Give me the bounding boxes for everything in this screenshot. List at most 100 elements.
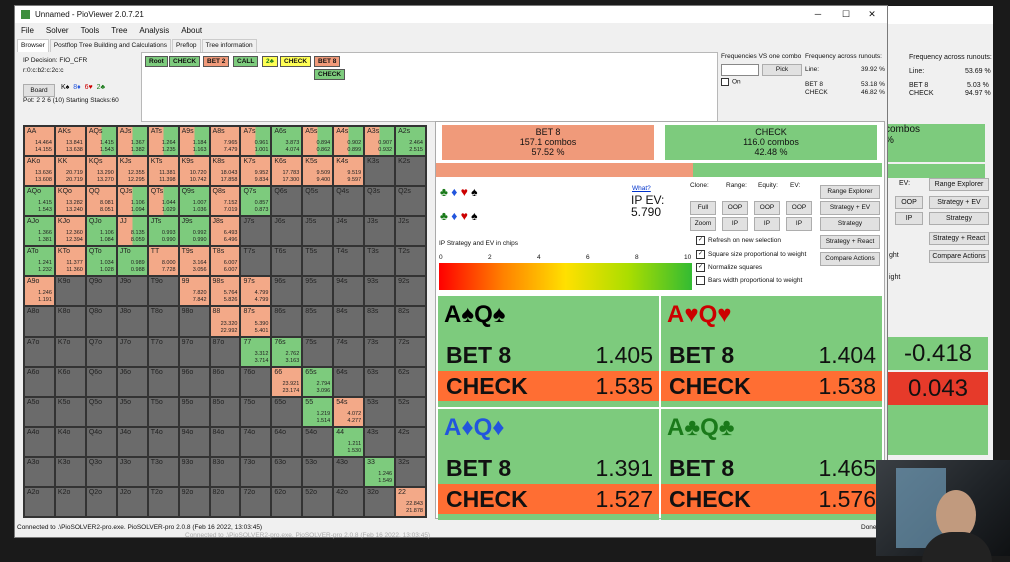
hand-cell[interactable]: 66 23.921 23.174 xyxy=(271,366,303,397)
hand-cell[interactable]: 52s xyxy=(395,396,426,427)
hand-cell[interactable]: J2o xyxy=(116,486,148,517)
hand-cell[interactable]: T2o xyxy=(147,486,179,517)
combo-input[interactable] xyxy=(721,64,759,76)
tree-node-card[interactable]: 2♣ xyxy=(262,56,278,67)
hand-cell[interactable]: Q9s 1.007 1.036 xyxy=(178,186,210,217)
hand-cell[interactable]: 92o xyxy=(178,486,210,517)
hand-cell[interactable]: QJo 1.106 1.084 xyxy=(85,216,117,247)
hand-cell[interactable]: 94o xyxy=(178,426,210,457)
hand-cell[interactable]: AJs 1.367 1.382 xyxy=(116,126,148,157)
hand-cell[interactable]: TT 8.000 7.728 xyxy=(147,246,179,277)
hand-cell[interactable]: Q5s xyxy=(302,186,334,217)
hand-cell[interactable]: T6o xyxy=(147,366,179,397)
range-explorer-button[interactable]: Range Explorer xyxy=(820,185,880,199)
hand-cell[interactable]: T9o xyxy=(147,276,179,307)
hand-cell[interactable]: 84s xyxy=(333,306,365,337)
menu-about[interactable]: About xyxy=(175,24,208,38)
hand-cell[interactable]: K9o xyxy=(54,276,86,307)
combo-suit-diamond-2[interactable]: ♦ xyxy=(451,209,457,223)
hand-cell[interactable]: Q8o xyxy=(85,306,117,337)
hand-cell[interactable]: 42o xyxy=(333,486,365,517)
combo-detail-cell[interactable]: A♠Q♠ BET 8 1.405 CHECK 1.535 xyxy=(438,296,659,407)
hand-cell[interactable]: T9s 3.164 3.056 xyxy=(178,246,210,277)
hand-cell[interactable]: 95s xyxy=(302,276,334,307)
tree-node-check-2[interactable]: CHECK xyxy=(280,56,312,67)
hand-cell[interactable]: K5o xyxy=(54,396,86,427)
hand-cell[interactable]: Q6o xyxy=(85,366,117,397)
hand-cell[interactable]: Q2s xyxy=(395,186,426,217)
hand-cell[interactable]: J3s xyxy=(364,216,396,247)
hand-cell[interactable]: Q2o xyxy=(85,486,117,517)
bet-summary[interactable]: BET 8 157.1 combos 57.52 % xyxy=(442,125,654,160)
menu-tools[interactable]: Tools xyxy=(75,24,106,38)
hand-cell[interactable]: Q5o xyxy=(85,396,117,427)
menu-solver[interactable]: Solver xyxy=(40,24,75,38)
hand-cell[interactable]: 96o xyxy=(178,366,210,397)
hand-cell[interactable]: AQs 1.415 1.543 xyxy=(85,126,117,157)
hand-cell[interactable]: 62o xyxy=(271,486,303,517)
tree-node-bet2[interactable]: BET 2 xyxy=(203,56,230,67)
hand-cell[interactable]: K4s 9.519 9.597 xyxy=(333,156,365,187)
normalize-checkbox[interactable]: ✓ Normalize squares xyxy=(696,263,762,272)
hand-cell[interactable]: 74s xyxy=(333,336,365,367)
hand-cell[interactable]: 86s xyxy=(271,306,303,337)
hand-cell[interactable]: K7s 9.952 9.834 xyxy=(240,156,272,187)
hand-cell[interactable]: JJ 8.135 8.059 xyxy=(116,216,148,247)
hand-cell[interactable]: 53s xyxy=(364,396,396,427)
strategy-button[interactable]: Strategy xyxy=(820,217,880,231)
hand-cell[interactable]: KK 20.719 20.719 xyxy=(54,156,86,187)
hand-cell[interactable]: K2s xyxy=(395,156,426,187)
hand-cell[interactable]: KTs 11.381 11.398 xyxy=(147,156,179,187)
hand-cell[interactable]: 43o xyxy=(333,456,365,487)
hand-cell[interactable]: K2o xyxy=(54,486,86,517)
hand-cell[interactable]: 92s xyxy=(395,276,426,307)
hand-cell[interactable]: A5s 0.894 0.862 xyxy=(302,126,334,157)
combo-suit-heart[interactable]: ♥ xyxy=(461,185,468,199)
hand-cell[interactable]: J5s xyxy=(302,216,334,247)
hand-cell[interactable]: 65o xyxy=(271,396,303,427)
hand-cell[interactable]: K6s 17.783 17.300 xyxy=(271,156,303,187)
hand-cell[interactable]: 86o xyxy=(209,366,241,397)
hand-cell[interactable]: J6s xyxy=(271,216,303,247)
hand-cell[interactable]: A2o xyxy=(24,486,55,517)
hand-cell[interactable]: Q4s xyxy=(333,186,365,217)
hand-cell[interactable]: A2s 2.464 2.515 xyxy=(395,126,426,157)
hand-cell[interactable]: J8o xyxy=(116,306,148,337)
hand-cell[interactable]: 72s xyxy=(395,336,426,367)
hand-cell[interactable]: 63s xyxy=(364,366,396,397)
ev-oop-button[interactable]: OOP xyxy=(786,201,812,215)
hand-cell[interactable]: AKo 13.636 13.608 xyxy=(24,156,55,187)
hand-cell[interactable]: J9s 0.992 0.990 xyxy=(178,216,210,247)
hand-cell[interactable]: 85s xyxy=(302,306,334,337)
hand-cell[interactable]: K7o xyxy=(54,336,86,367)
hand-cell[interactable]: J9o xyxy=(116,276,148,307)
hand-cell[interactable]: 98s 5.764 5.826 xyxy=(209,276,241,307)
hand-cell[interactable]: Q7o xyxy=(85,336,117,367)
combo-suit-spade-2[interactable]: ♠ xyxy=(471,209,477,223)
hand-cell[interactable]: 93s xyxy=(364,276,396,307)
hand-cell[interactable]: T6s xyxy=(271,246,303,277)
hand-cell[interactable]: 64s xyxy=(333,366,365,397)
hand-cell[interactable]: J7o xyxy=(116,336,148,367)
check-summary[interactable]: CHECK 116.0 combos 42.48 % xyxy=(665,125,877,160)
hand-cell[interactable]: J2s xyxy=(395,216,426,247)
hand-cell[interactable]: T5s xyxy=(302,246,334,277)
hand-cell[interactable]: 75o xyxy=(240,396,272,427)
hand-cell[interactable]: A8o xyxy=(24,306,55,337)
hand-cell[interactable]: A8s 7.965 7.479 xyxy=(209,126,241,157)
hand-cell[interactable]: 72o xyxy=(240,486,272,517)
hand-cell[interactable]: K8s 18.043 17.858 xyxy=(209,156,241,187)
square-size-checkbox[interactable]: ✓ Square size proportional to weight xyxy=(696,250,806,259)
hand-cell[interactable]: 44 1.211 1.530 xyxy=(333,426,365,457)
equity-oop-button[interactable]: OOP xyxy=(754,201,780,215)
hand-cell[interactable]: QQ 8.081 8.051 xyxy=(85,186,117,217)
hand-cell[interactable]: A3o xyxy=(24,456,55,487)
hand-cell[interactable]: A9s 1.184 1.163 xyxy=(178,126,210,157)
tab-preflop[interactable]: Preflop xyxy=(171,39,201,52)
bg-strategy-react-button[interactable]: Strategy + React xyxy=(929,232,989,245)
pick-button[interactable]: Pick xyxy=(762,64,802,76)
tab-tree-info[interactable]: Tree information xyxy=(201,39,257,52)
bars-width-checkbox[interactable]: Bars width proportional to weight xyxy=(696,276,802,285)
hand-cell[interactable]: ATs 1.264 1.235 xyxy=(147,126,179,157)
hand-cell[interactable]: Q4o xyxy=(85,426,117,457)
